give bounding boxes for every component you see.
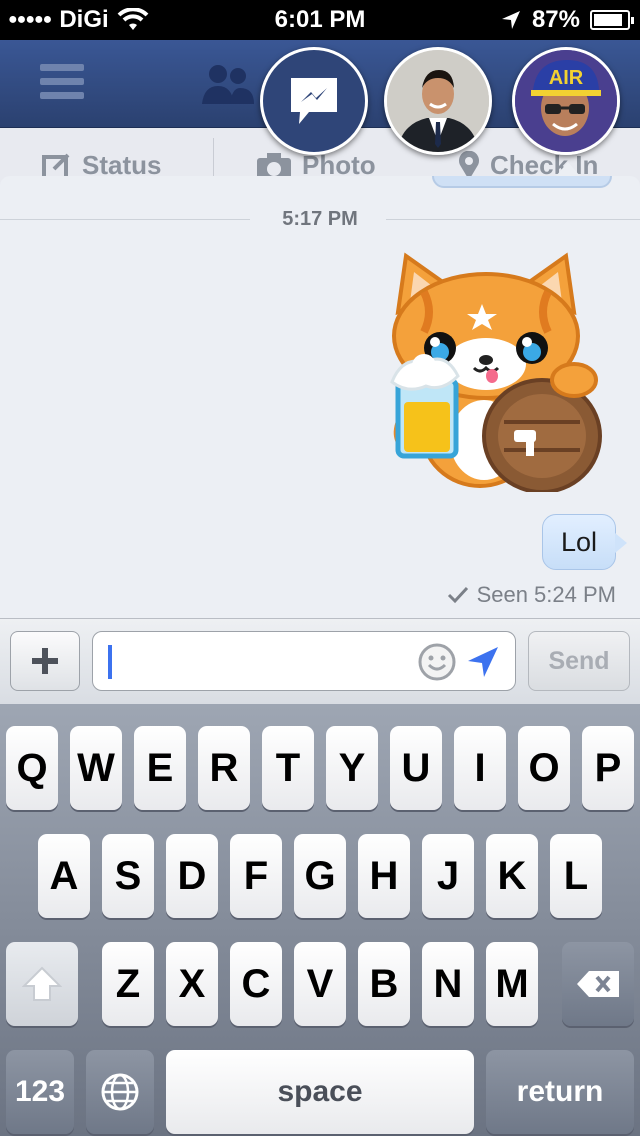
battery-percent: 87% (531, 6, 580, 33)
friend-requests-icon[interactable] (200, 60, 256, 108)
key-d[interactable]: D (166, 834, 218, 918)
key-r[interactable]: R (198, 726, 250, 810)
contact-chat-head-air-cap[interactable]: AIR (512, 47, 620, 155)
delete-key[interactable] (562, 942, 634, 1026)
key-i[interactable]: I (454, 726, 506, 810)
timestamp-divider: 5:17 PM (0, 204, 640, 234)
globe-icon (101, 1073, 139, 1111)
space-key[interactable]: space (166, 1050, 474, 1134)
key-z[interactable]: Z (102, 942, 154, 1026)
key-j[interactable]: J (422, 834, 474, 918)
seen-text: Seen 5:24 PM (476, 582, 616, 607)
battery-icon (590, 10, 634, 30)
key-e[interactable]: E (134, 726, 186, 810)
contact-chat-head-suit[interactable] (384, 47, 492, 155)
return-key[interactable]: return (486, 1050, 634, 1134)
messenger-chat-head[interactable] (260, 47, 368, 155)
key-c[interactable]: C (230, 942, 282, 1026)
cat-beer-sticker[interactable] (384, 252, 614, 492)
key-u[interactable]: U (390, 726, 442, 810)
previous-message-bubble (432, 176, 612, 188)
active-chat-pointer (556, 162, 580, 176)
key-p[interactable]: P (582, 726, 634, 810)
key-f[interactable]: F (230, 834, 282, 918)
checkmark-icon (447, 586, 468, 604)
sent-message-bubble[interactable]: Lol (541, 514, 628, 570)
key-g[interactable]: G (294, 834, 346, 918)
key-y[interactable]: Y (326, 726, 378, 810)
globe-key[interactable] (86, 1050, 154, 1134)
key-v[interactable]: V (294, 942, 346, 1026)
key-x[interactable]: X (166, 942, 218, 1026)
key-b[interactable]: B (358, 942, 410, 1026)
shift-arrow-icon (22, 966, 62, 1001)
svg-text:AIR: AIR (549, 67, 584, 89)
plus-icon (32, 648, 58, 674)
add-attachment-button[interactable] (10, 631, 80, 691)
send-button[interactable]: Send (528, 631, 630, 691)
message-text: Lol (560, 526, 597, 557)
send-location-icon[interactable] (466, 645, 500, 679)
key-l[interactable]: L (550, 834, 602, 918)
key-q[interactable]: Q (6, 726, 58, 810)
key-t[interactable]: T (262, 726, 314, 810)
contact-avatar-air-cap: AIR (515, 50, 617, 152)
message-composer: Send (0, 618, 640, 704)
chat-panel: 5:17 PM Lol Seen 5:24 PM (0, 176, 640, 618)
key-h[interactable]: H (358, 834, 410, 918)
emoji-icon[interactable] (418, 643, 456, 681)
backspace-icon (577, 971, 619, 997)
status-bar: ●●●●● DiGi 6:01 PM 87% (0, 0, 640, 40)
numbers-key[interactable]: 123 (6, 1050, 74, 1134)
text-caret (108, 645, 112, 679)
key-n[interactable]: N (422, 942, 474, 1026)
key-o[interactable]: O (518, 726, 570, 810)
shift-key[interactable] (6, 942, 78, 1026)
seen-receipt: Seen 5:24 PM (447, 582, 616, 608)
key-m[interactable]: M (486, 942, 538, 1026)
contact-avatar-suit (387, 50, 489, 152)
key-s[interactable]: S (102, 834, 154, 918)
key-k[interactable]: K (486, 834, 538, 918)
send-label: Send (548, 646, 610, 675)
keyboard: Q W E R T Y U I O P A S D F G H J K L Z … (0, 704, 640, 1136)
key-a[interactable]: A (38, 834, 90, 918)
messenger-icon (291, 78, 337, 124)
key-w[interactable]: W (70, 726, 122, 810)
location-arrow-icon (501, 11, 520, 29)
menu-icon[interactable] (40, 64, 84, 100)
